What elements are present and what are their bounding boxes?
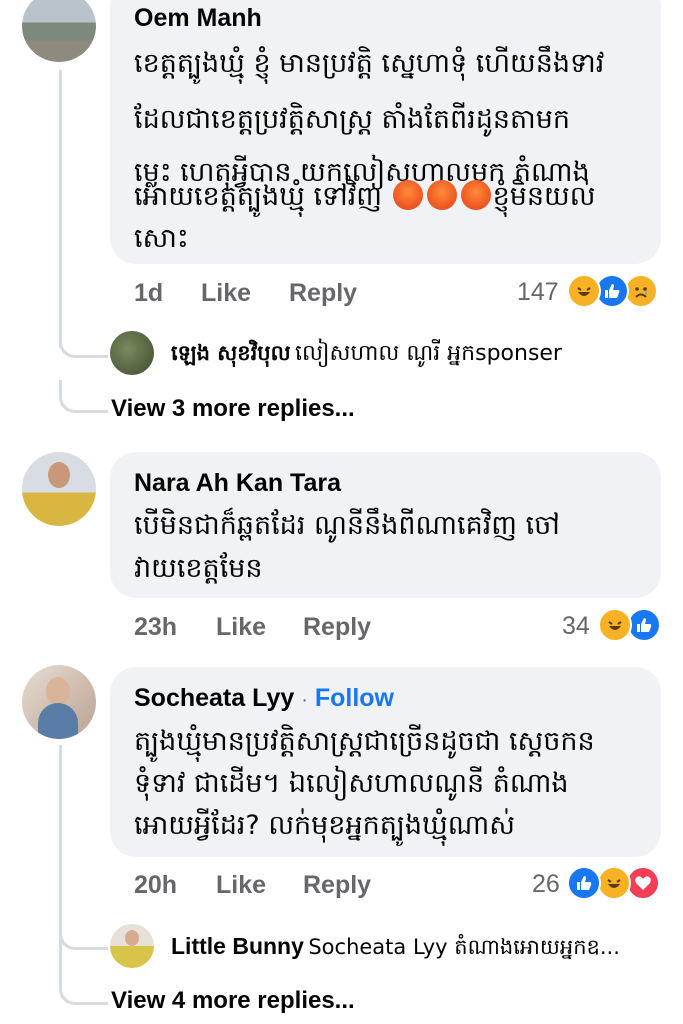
comment-header: Socheata Lyy · Follow bbox=[134, 684, 394, 713]
comment-text-line: ត្បូងឃ្មុំមានប្រវត្តិសាស្ត្រជាច្រើនដូចជា… bbox=[134, 726, 595, 757]
avatar[interactable] bbox=[22, 0, 96, 62]
reply-author[interactable]: Little Bunny bbox=[171, 933, 304, 959]
view-more-replies[interactable]: View 4 more replies... bbox=[111, 987, 355, 1015]
like-reaction-icon[interactable] bbox=[567, 866, 601, 900]
reply-text: Socheata Lyy តំណាងអោយអ្នកឧ... bbox=[308, 935, 620, 959]
reaction-count[interactable]: 26 bbox=[532, 870, 560, 899]
comment-text-line: វាយខេត្តមែន bbox=[134, 553, 263, 584]
angry-emoji-icon bbox=[460, 180, 491, 210]
avatar[interactable] bbox=[22, 665, 96, 739]
haha-reaction-icon[interactable] bbox=[597, 866, 631, 900]
reaction-count[interactable]: 34 bbox=[562, 612, 590, 641]
comment-text-line: ដែលជាខេត្តប្រវត្តិសាស្ត្រ តាំងតែពីរដូនតា… bbox=[134, 104, 570, 135]
haha-reaction-icon[interactable] bbox=[598, 608, 632, 642]
angry-emoji-icon bbox=[426, 180, 457, 210]
comment-timestamp[interactable]: 20h bbox=[134, 871, 177, 900]
thread-connector bbox=[59, 380, 108, 413]
sad-reaction-icon[interactable] bbox=[624, 274, 658, 308]
haha-reaction-icon[interactable] bbox=[567, 274, 601, 308]
comment-author[interactable]: Oem Manh bbox=[134, 4, 262, 33]
love-reaction-icon[interactable] bbox=[626, 866, 660, 900]
like-button[interactable]: Like bbox=[216, 871, 266, 900]
reply-text: លៀសហាល ណូរី អ្នកsponser bbox=[295, 341, 562, 366]
avatar[interactable] bbox=[110, 331, 154, 375]
reply-button[interactable]: Reply bbox=[303, 613, 371, 642]
nested-reply[interactable]: Little Bunny Socheata Lyy តំណាងអោយអ្នកឧ.… bbox=[171, 933, 620, 965]
comment-text-segment: ខ្ញុំមិនយល់ bbox=[492, 181, 596, 212]
avatar-face bbox=[46, 677, 70, 705]
avatar[interactable] bbox=[22, 452, 96, 526]
angry-emoji-icon bbox=[392, 180, 423, 210]
avatar[interactable] bbox=[110, 924, 154, 968]
avatar-face bbox=[48, 462, 70, 488]
reply-button[interactable]: Reply bbox=[303, 871, 371, 900]
comment-author[interactable]: Nara Ah Kan Tara bbox=[134, 469, 341, 498]
reaction-count[interactable]: 147 bbox=[517, 278, 559, 307]
thread-connector bbox=[59, 917, 108, 950]
thread-line bbox=[59, 70, 62, 348]
comment-text-line: ទុំទាវ ជាដើម។ ឯលៀសហាលណូនី តំណាង bbox=[134, 768, 569, 799]
separator-dot: · bbox=[301, 689, 308, 711]
like-reaction-icon[interactable] bbox=[627, 608, 661, 642]
comment-text-line: សោះ bbox=[134, 223, 189, 254]
view-more-replies[interactable]: View 3 more replies... bbox=[111, 395, 355, 423]
follow-button[interactable]: Follow bbox=[315, 684, 394, 712]
nested-reply[interactable]: ឡេង សុខវិបុល លៀសហាល ណូរី អ្នកsponser bbox=[171, 339, 562, 371]
avatar-face bbox=[125, 930, 139, 946]
like-button[interactable]: Like bbox=[216, 613, 266, 642]
avatar-body bbox=[38, 703, 78, 739]
thread-connector bbox=[59, 972, 108, 1005]
reply-author[interactable]: ឡេង សុខវិបុល bbox=[171, 341, 291, 365]
comment-timestamp[interactable]: 1d bbox=[134, 279, 163, 308]
like-button[interactable]: Like bbox=[201, 279, 251, 308]
comment-text-segment: អោយខេត្តត្បូងឃ្មុំ ទៅវិញ bbox=[134, 181, 382, 212]
comment-text-line: អោយខេត្តត្បូងឃ្មុំ ទៅវិញ ខ្ញុំមិនយល់ bbox=[134, 176, 595, 217]
comment-text-line: អោយអ្វីដែរ? លក់មុខអ្នកត្បូងឃ្មុំណាស់ bbox=[134, 810, 515, 841]
thread-connector bbox=[59, 325, 108, 358]
comment-timestamp[interactable]: 23h bbox=[134, 613, 177, 642]
reply-button[interactable]: Reply bbox=[289, 279, 357, 308]
comment-author[interactable]: Socheata Lyy bbox=[134, 684, 294, 712]
comment-text-line: ខេត្តត្បូងឃ្មុំ ខ្ញុំ មានប្រវត្តិ ស្នេហា… bbox=[134, 48, 605, 79]
comment-text-line: បើមិនជាក៏ឆ្ពតដែរ ណូនីនឹងពីណាគេវិញ ចៅ bbox=[134, 510, 560, 541]
